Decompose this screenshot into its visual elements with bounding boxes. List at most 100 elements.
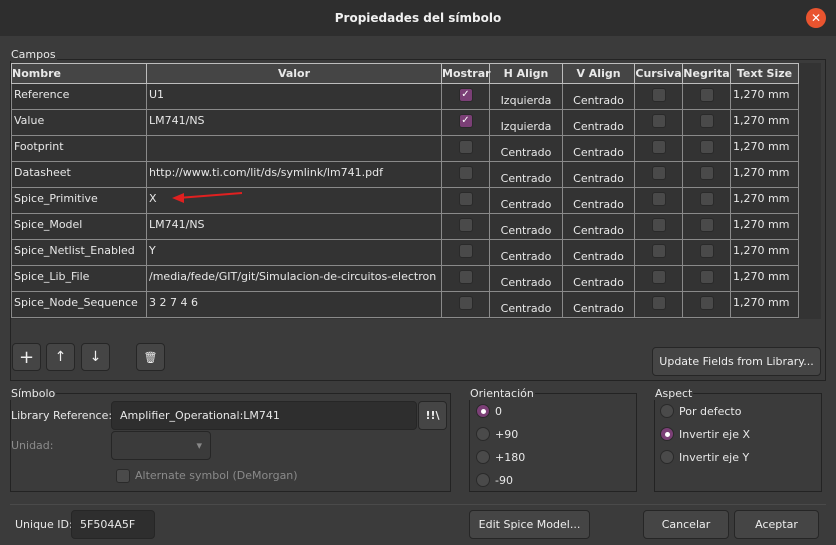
- bold-cell[interactable]: [682, 291, 731, 318]
- bold-cell[interactable]: [682, 213, 731, 240]
- show-cell[interactable]: [441, 213, 490, 240]
- h-align[interactable]: Centrado: [489, 213, 563, 240]
- show-checkbox[interactable]: [458, 140, 473, 154]
- text-size[interactable]: 1,270 mm: [730, 265, 799, 292]
- field-value[interactable]: U1: [146, 83, 442, 110]
- column-header[interactable]: H Align: [489, 63, 563, 84]
- text-size[interactable]: 1,270 mm: [730, 213, 799, 240]
- radio-button[interactable]: [476, 450, 490, 464]
- italic-cell[interactable]: [634, 265, 683, 292]
- v-align[interactable]: Centrado: [562, 239, 635, 266]
- v-align[interactable]: Centrado: [562, 291, 635, 318]
- h-align[interactable]: Centrado: [489, 187, 563, 214]
- italic-cell[interactable]: [634, 239, 683, 266]
- show-cell[interactable]: [441, 187, 490, 214]
- orientation-option[interactable]: 0: [476, 404, 502, 418]
- column-header[interactable]: Negrita: [682, 63, 731, 84]
- field-value[interactable]: Y: [146, 239, 442, 266]
- italic-checkbox[interactable]: [651, 270, 666, 284]
- move-up-button[interactable]: ↑: [46, 343, 75, 371]
- table-row[interactable]: Spice_Node_Sequence 3 2 7 4 6 Centrado Cent…: [11, 291, 799, 318]
- italic-cell[interactable]: [634, 213, 683, 240]
- field-name[interactable]: Reference: [11, 83, 147, 110]
- show-checkbox[interactable]: [458, 192, 473, 206]
- column-header[interactable]: Mostrar: [441, 63, 491, 84]
- field-name[interactable]: Spice_Node_Sequence: [11, 291, 147, 318]
- show-checkbox[interactable]: ✓: [458, 88, 473, 102]
- text-size[interactable]: 1,270 mm: [730, 239, 799, 266]
- italic-cell[interactable]: [634, 109, 683, 136]
- v-align[interactable]: Centrado: [562, 109, 635, 136]
- italic-checkbox[interactable]: [651, 166, 666, 180]
- text-size[interactable]: 1,270 mm: [730, 135, 799, 162]
- bold-cell[interactable]: [682, 135, 731, 162]
- h-align[interactable]: Centrado: [489, 239, 563, 266]
- edit-spice-model-button[interactable]: Edit Spice Model...: [469, 510, 590, 539]
- cancel-button[interactable]: Cancelar: [643, 510, 729, 539]
- add-field-button[interactable]: +: [12, 343, 41, 371]
- field-name[interactable]: Spice_Netlist_Enabled: [11, 239, 147, 266]
- radio-button[interactable]: [476, 473, 490, 487]
- show-checkbox[interactable]: ✓: [458, 114, 473, 128]
- update-fields-button[interactable]: Update Fields from Library...: [652, 347, 821, 376]
- bold-checkbox[interactable]: [699, 140, 714, 154]
- v-align[interactable]: Centrado: [562, 161, 635, 188]
- italic-checkbox[interactable]: [651, 88, 666, 102]
- bold-cell[interactable]: [682, 265, 731, 292]
- column-header[interactable]: Nombre: [11, 63, 147, 84]
- bold-checkbox[interactable]: [699, 192, 714, 206]
- h-align[interactable]: Izquierda: [489, 83, 563, 110]
- italic-cell[interactable]: [634, 291, 683, 318]
- bold-checkbox[interactable]: [699, 166, 714, 180]
- field-name[interactable]: Spice_Lib_File: [11, 265, 147, 292]
- column-header[interactable]: Text Size: [730, 63, 799, 84]
- orientation-option[interactable]: +180: [476, 450, 525, 464]
- bold-cell[interactable]: [682, 187, 731, 214]
- show-cell[interactable]: [441, 135, 490, 162]
- italic-checkbox[interactable]: [651, 192, 666, 206]
- italic-cell[interactable]: [634, 135, 683, 162]
- bold-checkbox[interactable]: [699, 218, 714, 232]
- table-row[interactable]: Footprint Centrado Centrado 1,270 mm: [11, 135, 799, 162]
- radio-button[interactable]: [660, 450, 674, 464]
- h-align[interactable]: Centrado: [489, 135, 563, 162]
- library-reference-input[interactable]: Amplifier_Operational:LM741: [111, 401, 417, 430]
- alternate-symbol-checkbox[interactable]: [116, 469, 130, 483]
- table-row[interactable]: Value LM741/NS ✓ Izquierda Centrado 1,270 mm: [11, 109, 799, 136]
- v-align[interactable]: Centrado: [562, 213, 635, 240]
- italic-checkbox[interactable]: [651, 140, 666, 154]
- radio-button[interactable]: [476, 404, 490, 418]
- italic-cell[interactable]: [634, 83, 683, 110]
- italic-checkbox[interactable]: [651, 114, 666, 128]
- show-cell[interactable]: [441, 291, 490, 318]
- bold-cell[interactable]: [682, 161, 731, 188]
- text-size[interactable]: 1,270 mm: [730, 187, 799, 214]
- field-name[interactable]: Footprint: [11, 135, 147, 162]
- show-checkbox[interactable]: [458, 244, 473, 258]
- field-name[interactable]: Spice_Primitive: [11, 187, 147, 214]
- column-header[interactable]: Cursiva: [634, 63, 683, 84]
- field-value[interactable]: LM741/NS: [146, 213, 442, 240]
- orientation-option[interactable]: -90: [476, 473, 513, 487]
- show-checkbox[interactable]: [458, 270, 473, 284]
- field-value[interactable]: /media/fede/GIT/git/Simulacion-de-circui…: [146, 265, 442, 292]
- show-cell[interactable]: ✓: [441, 83, 490, 110]
- bold-cell[interactable]: [682, 109, 731, 136]
- bold-checkbox[interactable]: [699, 244, 714, 258]
- italic-cell[interactable]: [634, 161, 683, 188]
- delete-field-button[interactable]: 🗑: [136, 343, 165, 371]
- bold-checkbox[interactable]: [699, 114, 714, 128]
- bold-checkbox[interactable]: [699, 88, 714, 102]
- field-value[interactable]: http://www.ti.com/lit/ds/symlink/lm741.p…: [146, 161, 442, 188]
- field-value[interactable]: 3 2 7 4 6: [146, 291, 442, 318]
- italic-checkbox[interactable]: [651, 244, 666, 258]
- table-row[interactable]: Spice_Primitive X Centrado Centrado 1,270 mm: [11, 187, 799, 214]
- column-header[interactable]: Valor: [146, 63, 442, 84]
- text-size[interactable]: 1,270 mm: [730, 109, 799, 136]
- italic-checkbox[interactable]: [651, 296, 666, 310]
- h-align[interactable]: Centrado: [489, 265, 563, 292]
- radio-button[interactable]: [660, 404, 674, 418]
- show-checkbox[interactable]: [458, 218, 473, 232]
- table-row[interactable]: Datasheet http://www.ti.com/lit/ds/symlin…: [11, 161, 799, 188]
- italic-cell[interactable]: [634, 187, 683, 214]
